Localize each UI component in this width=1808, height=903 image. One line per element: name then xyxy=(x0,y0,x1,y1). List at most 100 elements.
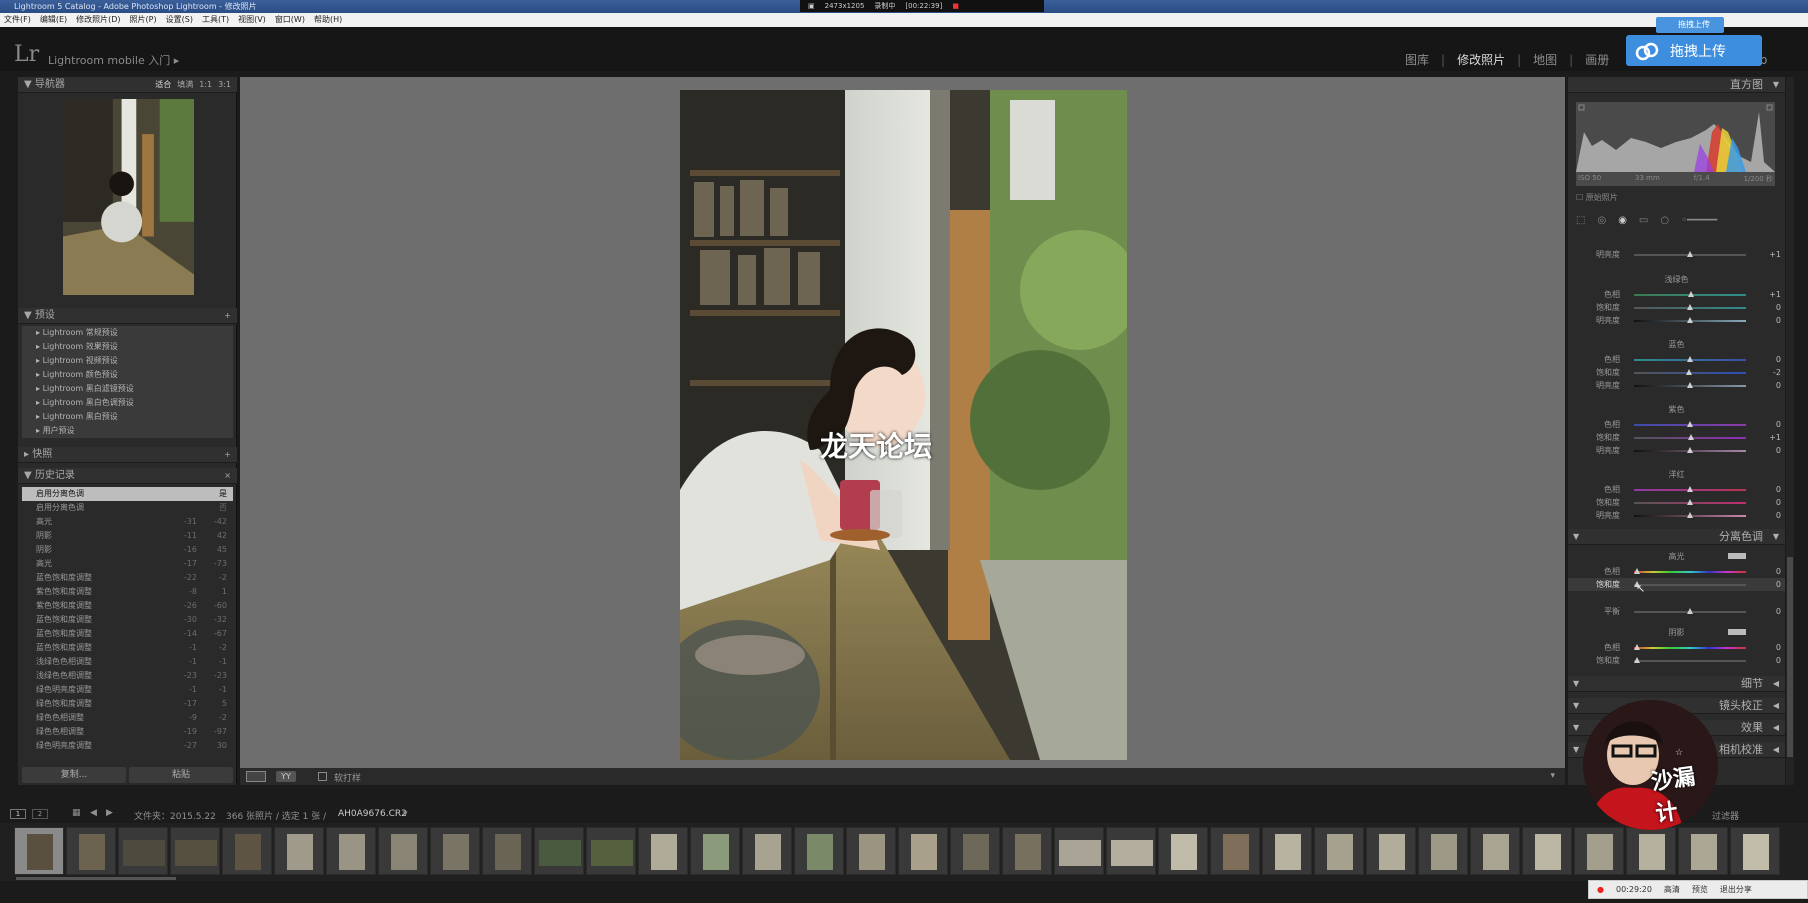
preview-button[interactable]: 预览 xyxy=(1692,884,1708,895)
saturation-slider[interactable]: 饱和度 0 xyxy=(1568,496,1785,509)
saturation-slider[interactable]: 饱和度 -2 xyxy=(1568,366,1785,379)
history-item[interactable]: 蓝色饱和度调整 -1 -2 xyxy=(22,641,233,655)
slider-value[interactable]: 0 xyxy=(1776,483,1781,496)
history-item[interactable]: 高光 -17 -73 xyxy=(22,557,233,571)
slider-knob[interactable] xyxy=(1687,512,1693,518)
filename-dropdown-icon[interactable]: ▾ xyxy=(403,809,408,819)
hd-button[interactable]: 高清 xyxy=(1664,884,1680,895)
history-item[interactable]: 浅绿色色相调整 -23 -23 xyxy=(22,669,233,683)
hue-slider[interactable]: 色相 0 xyxy=(1568,418,1785,431)
slider-knob[interactable] xyxy=(1687,421,1693,427)
film-thumbnail[interactable] xyxy=(274,827,324,875)
history-item[interactable]: 高光 -31 -42 xyxy=(22,515,233,529)
history-item[interactable]: 绿色明亮度调整 -1 -1 xyxy=(22,683,233,697)
menu-photo[interactable]: 照片(P) xyxy=(130,13,157,27)
highlight-saturation-slider[interactable]: 饱和度 0 xyxy=(1568,578,1785,591)
presets-header[interactable]: ▼ 预设 + xyxy=(18,308,237,324)
slider-knob[interactable] xyxy=(1634,657,1640,663)
panel-switch-icon[interactable]: ▼ xyxy=(1573,529,1579,545)
film-thumbnail[interactable] xyxy=(1574,827,1624,875)
slider-knob[interactable] xyxy=(1687,317,1693,323)
film-thumbnail[interactable] xyxy=(326,827,376,875)
slider-value[interactable]: 0 xyxy=(1776,578,1781,591)
slider-knob[interactable] xyxy=(1634,568,1640,574)
copy-button[interactable]: 复制... xyxy=(22,767,126,783)
exit-share-button[interactable]: 退出分享 xyxy=(1720,884,1752,895)
histogram-header[interactable]: 直方图 ▼ xyxy=(1568,77,1785,93)
film-thumbnail[interactable] xyxy=(534,827,584,875)
slider-value[interactable]: 0 xyxy=(1776,654,1781,667)
slider-knob[interactable] xyxy=(1687,251,1693,257)
slider-value[interactable]: +1 xyxy=(1769,248,1781,261)
film-thumbnail[interactable] xyxy=(1470,827,1520,875)
history-item[interactable]: 紫色饱和度调整 -8 1 xyxy=(22,585,233,599)
saturation-slider[interactable]: 饱和度 +1 xyxy=(1568,431,1785,444)
highlight-color-swatch[interactable] xyxy=(1728,553,1746,559)
slider-value[interactable]: +1 xyxy=(1769,288,1781,301)
filename[interactable]: AH0A9676.CR2 xyxy=(338,809,407,819)
slider-value[interactable]: 0 xyxy=(1776,565,1781,578)
menu-settings[interactable]: 设置(S) xyxy=(166,13,193,27)
slider-value[interactable]: 0 xyxy=(1776,444,1781,457)
hue-slider[interactable]: 色相 +1 xyxy=(1568,288,1785,301)
history-item[interactable]: 绿色饱和度调整 -17 5 xyxy=(22,697,233,711)
slider-value[interactable]: -2 xyxy=(1773,366,1781,379)
film-thumbnail[interactable] xyxy=(118,827,168,875)
history-header[interactable]: ▼ 历史记录 × xyxy=(18,468,237,484)
history-item[interactable]: 紫色饱和度调整 -26 -60 xyxy=(22,599,233,613)
add-snapshot-icon[interactable]: + xyxy=(224,447,231,463)
film-thumbnail[interactable] xyxy=(378,827,428,875)
navigator-preview[interactable] xyxy=(63,99,194,295)
film-thumbnail[interactable] xyxy=(1626,827,1676,875)
slider-knob[interactable] xyxy=(1687,486,1693,492)
hue-slider[interactable]: 色相 0 xyxy=(1568,483,1785,496)
film-thumbnail[interactable] xyxy=(1054,827,1104,875)
balance-slider[interactable]: 平衡 0 xyxy=(1568,605,1785,618)
zoom-fill[interactable]: 填满 xyxy=(177,77,193,93)
saturation-slider[interactable]: 饱和度 0 xyxy=(1568,301,1785,314)
forward-arrow-icon[interactable]: ▶ xyxy=(106,808,113,818)
spot-removal-icon[interactable]: ◎ xyxy=(1597,215,1606,226)
film-thumbnail[interactable] xyxy=(1418,827,1468,875)
film-thumbnail[interactable] xyxy=(1210,827,1260,875)
slider-value[interactable]: 0 xyxy=(1776,301,1781,314)
histogram[interactable]: ISO 50 33 mm f/1.4 1/200 秒 xyxy=(1576,102,1775,186)
add-preset-icon[interactable]: + xyxy=(224,308,231,324)
menu-file[interactable]: 文件(F) xyxy=(4,13,31,27)
history-item[interactable]: 绿色明亮度调整 -27 30 xyxy=(22,739,233,753)
film-thumbnail[interactable] xyxy=(638,827,688,875)
film-thumbnail[interactable] xyxy=(950,827,1000,875)
lightroom-mobile-link[interactable]: Lightroom mobile 入门 ▸ xyxy=(48,52,179,68)
shadow-color-swatch[interactable] xyxy=(1728,629,1746,635)
slider-value[interactable]: 0 xyxy=(1776,379,1781,392)
film-thumbnail[interactable] xyxy=(846,827,896,875)
slider-value[interactable]: 0 xyxy=(1776,314,1781,327)
film-thumbnail[interactable] xyxy=(1002,827,1052,875)
slider-value[interactable]: 0 xyxy=(1776,496,1781,509)
slider-knob[interactable] xyxy=(1687,356,1693,362)
shadow-hue-slider[interactable]: 色相 0 xyxy=(1568,641,1785,654)
adjustment-brush-icon[interactable]: ◦━━━━━ xyxy=(1681,215,1717,226)
upload-small-button[interactable]: 拖拽上传 xyxy=(1656,17,1724,33)
film-thumbnail[interactable] xyxy=(170,827,220,875)
panel-switch-icon[interactable]: ▼ xyxy=(1573,698,1579,714)
menu-edit[interactable]: 编辑(E) xyxy=(40,13,67,27)
history-item[interactable]: 绿色色相调整 -9 -2 xyxy=(22,711,233,725)
film-thumbnail[interactable] xyxy=(66,827,116,875)
luminance-slider[interactable]: 明亮度 0 xyxy=(1568,509,1785,522)
record-icon[interactable]: ■ xyxy=(952,0,959,12)
panel-switch-icon[interactable]: ▼ xyxy=(1573,742,1579,758)
back-arrow-icon[interactable]: ◀ xyxy=(90,808,97,818)
luminance-slider[interactable]: 明亮度 +1 xyxy=(1568,248,1785,261)
module-map[interactable]: 地图 xyxy=(1533,51,1557,68)
history-item[interactable]: 启用分离色调 是 xyxy=(22,487,233,501)
history-item[interactable]: 蓝色饱和度调整 -30 -32 xyxy=(22,613,233,627)
slider-knob[interactable] xyxy=(1687,447,1693,453)
film-thumbnail[interactable] xyxy=(1366,827,1416,875)
slider-value[interactable]: 0 xyxy=(1776,418,1781,431)
preset-folder[interactable]: ▸ Lightroom 效果预设 xyxy=(22,340,233,354)
history-item[interactable]: 蓝色饱和度调整 -22 -2 xyxy=(22,571,233,585)
grid-view-icon[interactable]: ▦ xyxy=(72,808,81,818)
paste-button[interactable]: 粘贴 xyxy=(129,767,233,783)
navigator-header[interactable]: ▼ 导航器 适合 填满 1:1 3:1 xyxy=(18,77,237,93)
